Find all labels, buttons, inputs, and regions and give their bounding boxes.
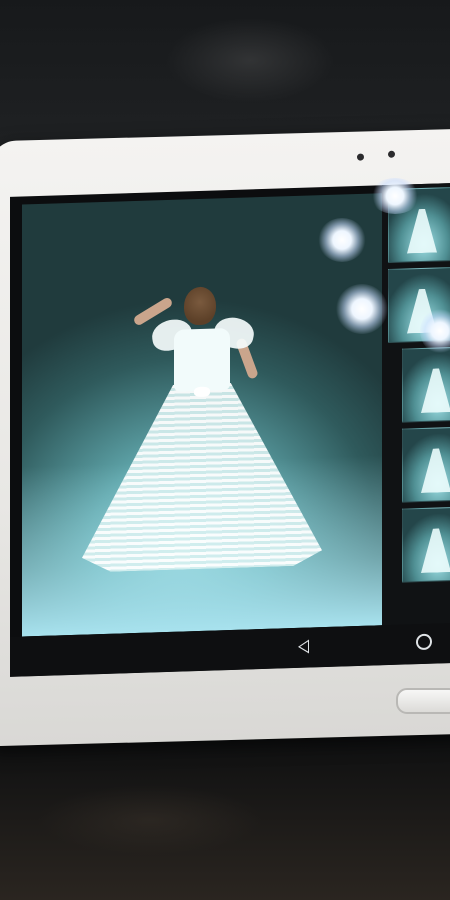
back-triangle-icon[interactable] xyxy=(298,639,309,654)
thumbnail-strip xyxy=(382,183,450,650)
gown-bodice xyxy=(174,328,230,392)
front-camera-icon xyxy=(357,153,364,161)
tablet-screen xyxy=(10,183,450,677)
home-circle-icon[interactable] xyxy=(416,633,432,651)
light-reflection xyxy=(336,284,388,334)
physical-home-button[interactable] xyxy=(396,688,450,714)
gown-bow xyxy=(194,386,210,398)
thumbnail-item[interactable] xyxy=(402,346,450,423)
light-sensor-icon xyxy=(388,150,395,158)
thumbnail-item[interactable] xyxy=(402,506,450,583)
light-reflection xyxy=(370,178,420,214)
gown-skirt xyxy=(82,380,322,573)
wedding-gown-image xyxy=(82,285,322,583)
light-reflection xyxy=(318,218,366,262)
thumbnail-item[interactable] xyxy=(402,426,450,503)
model-head xyxy=(184,286,216,326)
